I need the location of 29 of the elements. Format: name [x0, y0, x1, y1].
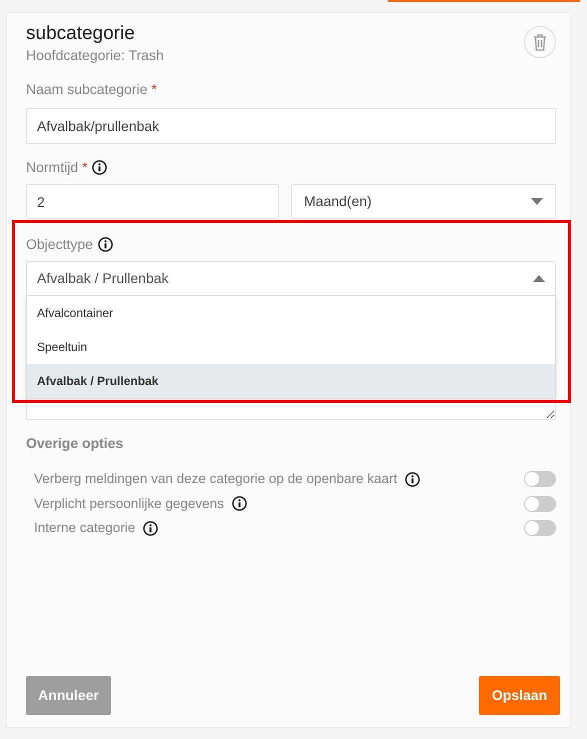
info-icon: [232, 496, 247, 512]
toggle-switch[interactable]: [524, 520, 556, 536]
field-label: Naam subcategorie: [26, 80, 148, 99]
toggle-switch[interactable]: [524, 471, 556, 488]
caret-icon: [533, 275, 545, 282]
input-field[interactable]: 2: [26, 184, 279, 219]
input-field[interactable]: Afvalbak/prullenbak: [26, 108, 556, 144]
info-icon: [405, 472, 420, 487]
info-icon: [143, 520, 158, 536]
info-icon: [92, 160, 107, 174]
dropdown-option[interactable]: Afvalcontainer: [27, 296, 555, 330]
field-label: Normtijd: [26, 158, 78, 177]
section-heading: Overige opties: [26, 434, 124, 453]
dropdown-option[interactable]: Afvalbak / Prullenbak: [27, 364, 555, 398]
form-subtitle: Hoofdcategorie: Trash: [26, 46, 164, 64]
delete-button[interactable]: [524, 26, 556, 58]
trash-icon: [533, 34, 547, 50]
info-icon: [98, 236, 113, 252]
option-label: Verberg meldingen van deze categorie op de openbare kaart: [34, 470, 398, 488]
option-label: Verplicht persoonlijke gegevens: [34, 494, 224, 513]
unit-dropdown[interactable]: Maand(en): [291, 184, 556, 219]
required-mark: *: [151, 80, 157, 98]
form-title: subcategorie: [26, 22, 136, 46]
required-mark: *: [82, 158, 88, 176]
option-label: Interne categorie: [34, 519, 136, 538]
caret-icon: [531, 198, 543, 205]
objecttype-dropdown[interactable]: Afvalbak / Prullenbak: [26, 261, 556, 296]
dropdown-option[interactable]: Speeltuin: [27, 330, 555, 364]
field-label: Objecttype: [26, 234, 93, 254]
